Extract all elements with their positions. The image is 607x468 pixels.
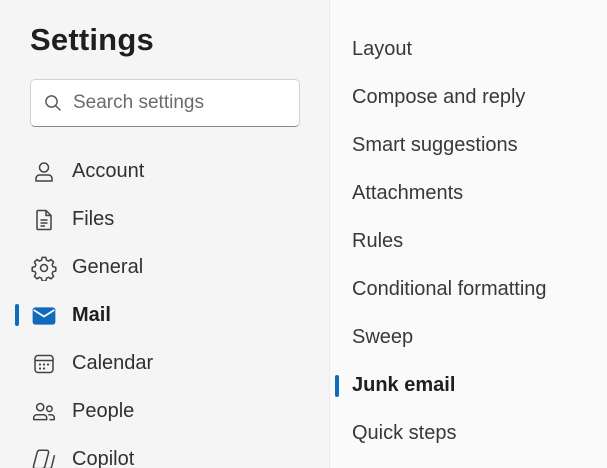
selection-indicator — [15, 304, 19, 326]
section-smart-suggestions[interactable]: Smart suggestions — [330, 126, 607, 166]
document-icon — [31, 207, 57, 233]
mail-sections-pane: Layout Compose and reply Smart suggestio… — [329, 0, 607, 468]
calendar-icon — [31, 351, 57, 377]
section-label: Junk email — [352, 374, 456, 396]
section-label: Layout — [352, 38, 413, 60]
nav-item-label: General — [72, 255, 144, 278]
nav-item-label: Copilot — [72, 447, 135, 468]
people-icon — [31, 399, 57, 425]
section-rules[interactable]: Rules — [330, 222, 607, 262]
nav-item-label: Files — [72, 207, 115, 230]
section-label: Smart suggestions — [352, 134, 518, 156]
person-icon — [31, 159, 57, 185]
nav-item-mail[interactable]: Mail — [0, 293, 329, 337]
mail-icon — [31, 303, 57, 329]
nav-item-label: Account — [72, 159, 145, 182]
section-quick-steps[interactable]: Quick steps — [330, 414, 607, 454]
selection-indicator — [335, 375, 339, 397]
section-label: Sweep — [352, 326, 414, 348]
search-placeholder: Search settings — [73, 92, 204, 113]
section-conditional-formatting[interactable]: Conditional formatting — [330, 270, 607, 310]
gear-icon — [31, 255, 57, 281]
nav-item-copilot[interactable]: Copilot — [0, 437, 329, 468]
section-compose-and-reply[interactable]: Compose and reply — [330, 78, 607, 118]
section-junk-email[interactable]: Junk email — [330, 366, 607, 406]
section-label: Attachments — [352, 182, 464, 204]
section-sweep[interactable]: Sweep — [330, 318, 607, 358]
section-label: Conditional formatting — [352, 278, 547, 300]
nav-item-calendar[interactable]: Calendar — [0, 341, 329, 385]
section-layout[interactable]: Layout — [330, 30, 607, 70]
nav-item-label: People — [72, 399, 135, 422]
nav-item-general[interactable]: General — [0, 245, 329, 289]
search-icon — [43, 93, 63, 113]
nav-item-label: Mail — [72, 303, 111, 326]
copilot-icon — [31, 447, 57, 468]
nav-item-label: Calendar — [72, 351, 154, 374]
page-title: Settings — [30, 22, 154, 57]
settings-nav-pane: Settings Search settings Account Files G… — [0, 0, 329, 468]
section-label: Rules — [352, 230, 404, 252]
nav-item-files[interactable]: Files — [0, 197, 329, 241]
section-label: Quick steps — [352, 422, 457, 444]
section-label: Compose and reply — [352, 86, 526, 108]
nav-item-account[interactable]: Account — [0, 149, 329, 193]
section-attachments[interactable]: Attachments — [330, 174, 607, 214]
nav-item-people[interactable]: People — [0, 389, 329, 433]
search-input[interactable]: Search settings — [30, 79, 300, 127]
